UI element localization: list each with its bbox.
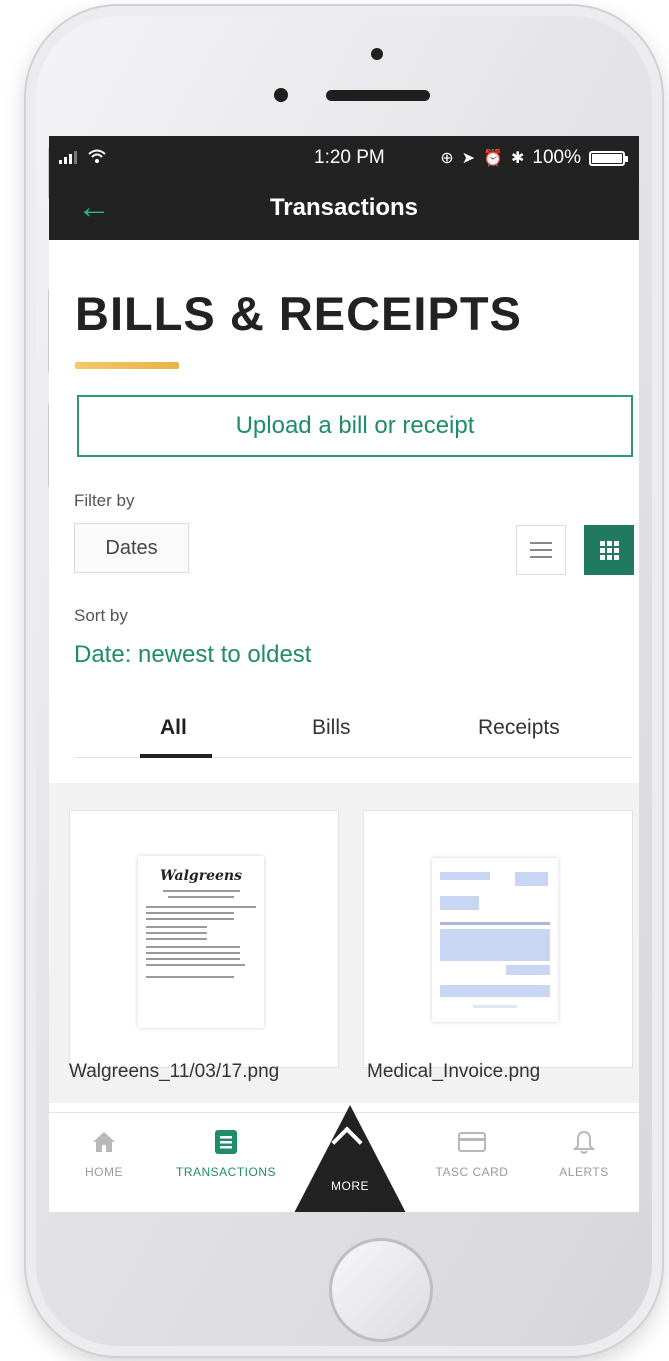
nav-bar: ← Transactions (49, 180, 639, 240)
nav-more-label: MORE (331, 1179, 369, 1193)
status-bar: 1:20 PM ⊕ ➤ ⏰ ✱ 100% (49, 136, 639, 180)
alarm-icon: ⏰ (483, 150, 503, 167)
app-screen: 1:20 PM ⊕ ➤ ⏰ ✱ 100% ← Transactions BILL… (49, 136, 639, 1212)
status-time: 1:20 PM (314, 147, 385, 168)
dates-filter-button[interactable]: Dates (74, 523, 189, 573)
page-title: BILLS & RECEIPTS (75, 287, 522, 340)
bluetooth-icon: ✱ (510, 150, 525, 167)
nav-tasc-card-label: TASC CARD (435, 1165, 509, 1179)
invoice-thumbnail (432, 858, 558, 1022)
home-icon (93, 1132, 115, 1152)
upload-button[interactable]: Upload a bill or receipt (77, 395, 633, 457)
filter-label: Filter by (74, 491, 135, 510)
document-filename: Medical_Invoice.png (367, 1061, 541, 1082)
nav-transactions-label: TRANSACTIONS (175, 1165, 276, 1179)
proximity-sensor (274, 88, 288, 102)
document-tabs: All Bills Receipts (74, 706, 632, 758)
nav-home[interactable]: HOME (49, 1123, 159, 1179)
tab-all[interactable]: All (160, 716, 187, 740)
nav-alerts-label: ALERTS (559, 1165, 609, 1179)
nav-more[interactable] (294, 1105, 406, 1212)
battery-icon (589, 150, 628, 166)
sort-select[interactable]: Date: newest to oldest (74, 641, 311, 669)
home-button[interactable] (329, 1238, 433, 1342)
sort-label: Sort by (74, 606, 128, 625)
rotation-lock-icon: ⊕ (440, 150, 454, 167)
title-underline (75, 362, 179, 369)
nav-tasc-card[interactable]: TASC CARD (417, 1123, 527, 1179)
list-view-icon (530, 542, 552, 544)
earpiece-speaker (326, 90, 430, 101)
battery-percent: 100% (532, 147, 581, 168)
nav-transactions[interactable]: TRANSACTIONS (171, 1123, 281, 1179)
location-icon: ➤ (461, 150, 476, 167)
document-card[interactable]: Walgreens (69, 810, 339, 1068)
documents-grid: Walgreens Walgreens_11/03/17.png Medical… (49, 783, 639, 1103)
walgreens-logo: Walgreens (160, 868, 242, 884)
active-tab-indicator (140, 754, 212, 758)
receipt-thumbnail: Walgreens (138, 856, 264, 1028)
bell-icon (573, 1130, 595, 1154)
list-view-button[interactable] (516, 525, 566, 575)
document-card[interactable] (363, 810, 633, 1068)
tab-receipts[interactable]: Receipts (478, 716, 560, 740)
signal-icon (59, 150, 77, 164)
grid-view-button[interactable] (584, 525, 634, 575)
tab-bills[interactable]: Bills (312, 716, 351, 740)
bottom-nav: HOME TRANSACTIONS MORE TASC CARD ALERTS (49, 1105, 639, 1212)
nav-home-label: HOME (85, 1165, 123, 1179)
nav-title: Transactions (269, 194, 419, 221)
document-filename: Walgreens_11/03/17.png (69, 1061, 280, 1082)
front-camera (371, 48, 383, 60)
card-icon (458, 1132, 486, 1152)
transactions-icon (215, 1130, 237, 1154)
wifi-icon (88, 149, 106, 163)
nav-alerts[interactable]: ALERTS (529, 1123, 639, 1179)
